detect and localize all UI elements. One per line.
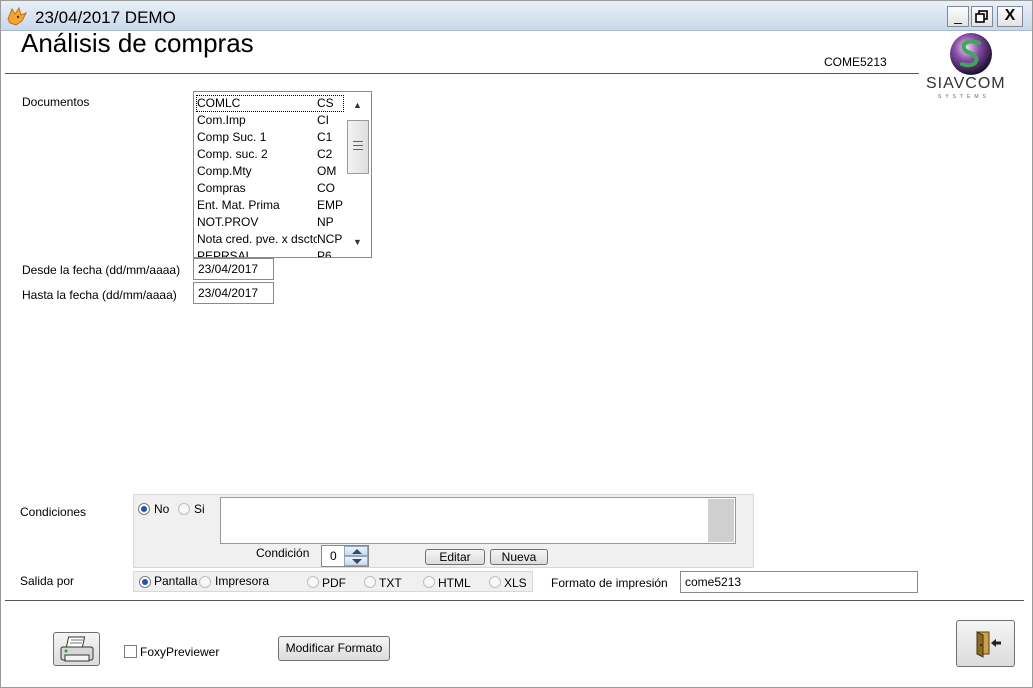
documentos-label: Documentos: [22, 95, 90, 109]
condicion-value: 0: [330, 549, 337, 563]
document-code: C2: [317, 147, 333, 161]
document-code: EMP: [317, 198, 344, 212]
document-code: CS: [317, 96, 334, 110]
maximize-button[interactable]: [971, 6, 993, 27]
list-item[interactable]: Ent. Mat. Prima EMP: [196, 197, 344, 214]
restore-icon: [975, 10, 988, 23]
salida-pdf-label[interactable]: PDF: [322, 576, 346, 590]
condicion-no-radio[interactable]: [138, 503, 150, 515]
page-title: Análisis de compras: [21, 28, 254, 58]
grip-line: [353, 141, 363, 142]
document-name: COMLC: [197, 96, 241, 110]
formato-input[interactable]: come5213: [680, 571, 918, 593]
document-code: P6: [317, 249, 332, 258]
salida-txt-radio[interactable]: [364, 576, 376, 588]
list-item[interactable]: Comp. suc. 2 C2: [196, 146, 344, 163]
document-name: Comp.Mty: [197, 164, 252, 178]
list-item[interactable]: NOT.PROV NP: [196, 214, 344, 231]
document-code: CI: [317, 113, 329, 127]
nueva-button[interactable]: Nueva: [490, 549, 548, 565]
salida-xls-radio[interactable]: [489, 576, 501, 588]
salida-label: Salida por: [20, 574, 75, 588]
document-code: NP: [317, 215, 334, 229]
fox-app-icon: [7, 6, 28, 26]
salida-txt-label[interactable]: TXT: [379, 576, 402, 590]
salida-pdf-radio[interactable]: [307, 576, 319, 588]
condicion-si-label[interactable]: Si: [194, 502, 205, 516]
grip-line: [353, 145, 363, 146]
desde-label: Desde la fecha (dd/mm/aaaa): [22, 263, 181, 277]
document-name: Nota cred. pve. x dsctos: [197, 232, 317, 246]
document-name: Ent. Mat. Prima: [197, 198, 280, 212]
list-item[interactable]: Comp Suc. 1 C1: [196, 129, 344, 146]
scroll-up-icon[interactable]: ▲: [353, 100, 362, 110]
salida-html-radio[interactable]: [423, 576, 435, 588]
salida-pantalla-radio[interactable]: [139, 576, 151, 588]
memo-scrollbar[interactable]: [708, 499, 734, 542]
form-code: COME5213: [824, 55, 887, 69]
logo-text: SIAVCOM: [926, 75, 1006, 92]
document-code: OM: [317, 164, 337, 178]
spinner-up-button[interactable]: [344, 546, 368, 556]
salida-pantalla-label[interactable]: Pantalla: [154, 574, 197, 588]
spinner-down-button[interactable]: [344, 556, 368, 566]
exit-door-icon: [976, 631, 1001, 658]
hasta-fecha-input[interactable]: 23/04/2017: [193, 282, 274, 304]
list-item[interactable]: Com.Imp CI: [196, 112, 344, 129]
document-name: PEPRSAL: [197, 249, 253, 258]
list-item[interactable]: COMLC CS: [196, 95, 344, 112]
print-button[interactable]: [53, 632, 100, 666]
condicion-label: Condición: [256, 546, 310, 560]
exit-button[interactable]: [956, 620, 1015, 667]
header-divider: [5, 73, 919, 74]
condicion-memo[interactable]: [220, 497, 736, 544]
documentos-listbox[interactable]: COMLC CS Com.Imp CI Comp Suc. 1 C1 Comp. suc. …: [193, 91, 372, 258]
desde-fecha-input[interactable]: 23/04/2017: [193, 258, 274, 280]
list-item[interactable]: Compras CO: [196, 180, 344, 197]
scroll-down-icon[interactable]: ▼: [353, 237, 362, 247]
document-code: C1: [317, 130, 333, 144]
hasta-label: Hasta la fecha (dd/mm/aaaa): [22, 288, 177, 302]
condiciones-label: Condiciones: [20, 505, 87, 519]
salida-impresora-label[interactable]: Impresora: [215, 574, 269, 588]
foxypreviewer-label[interactable]: FoxyPreviewer: [140, 645, 219, 659]
printer-icon: [60, 636, 93, 662]
document-name: Comp. suc. 2: [197, 147, 268, 161]
arrow-down-icon: [352, 559, 362, 564]
salida-html-label[interactable]: HTML: [438, 576, 471, 590]
logo-subtext: SYSTEMS: [938, 94, 990, 100]
document-name: Com.Imp: [197, 113, 246, 127]
close-button[interactable]: X: [997, 6, 1023, 27]
condicion-spinner[interactable]: 0: [321, 545, 369, 567]
modificar-formato-button[interactable]: Modificar Formato: [278, 636, 390, 661]
scroll-thumb[interactable]: [347, 120, 369, 174]
list-item[interactable]: Comp.Mty OM: [196, 163, 344, 180]
editar-button[interactable]: Editar: [425, 549, 485, 565]
foxypreviewer-checkbox[interactable]: [124, 645, 137, 658]
document-code: CO: [317, 181, 335, 195]
grip-line: [353, 149, 363, 150]
footer-divider: [5, 600, 1024, 601]
title-bar[interactable]: 23/04/2017 DEMO _ X: [1, 1, 1032, 31]
list-item[interactable]: PEPRSAL P6: [196, 248, 344, 258]
condicion-no-label[interactable]: No: [154, 502, 169, 516]
window-title: 23/04/2017 DEMO: [35, 8, 176, 27]
salida-impresora-radio[interactable]: [199, 576, 211, 588]
document-code: NCP: [317, 232, 343, 246]
documentos-scrollbar[interactable]: ▲ ▼: [345, 92, 371, 257]
document-name: Compras: [197, 181, 246, 195]
formato-label: Formato de impresión: [551, 576, 668, 590]
main-window: 23/04/2017 DEMO _ X Análisis de compras …: [0, 0, 1033, 688]
document-name: Comp Suc. 1: [197, 130, 267, 144]
arrow-up-icon: [352, 549, 362, 554]
salida-xls-label[interactable]: XLS: [504, 576, 527, 590]
minimize-button[interactable]: _: [947, 6, 969, 27]
list-item[interactable]: Nota cred. pve. x dsctos NCP: [196, 231, 344, 248]
condicion-si-radio[interactable]: [178, 503, 190, 515]
document-name: NOT.PROV: [197, 215, 259, 229]
